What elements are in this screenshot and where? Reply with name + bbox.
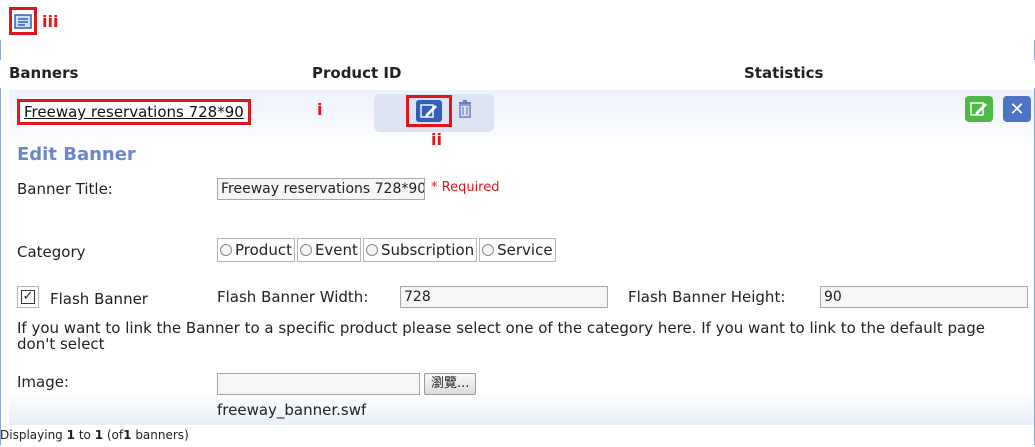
edit-icon (416, 100, 442, 122)
pagination-summary: Displaying 1 to 1 (of1 banners) (0, 428, 189, 442)
category-subscription-label: Subscription (380, 241, 475, 259)
save-button[interactable] (965, 96, 993, 122)
category-option-product[interactable]: Product (217, 238, 295, 262)
delete-icon[interactable] (458, 100, 472, 122)
category-radio-group: Product Event Subscription Service (217, 238, 558, 262)
column-banners: Banners (9, 64, 79, 82)
annotation-iii: iii (42, 12, 59, 31)
edit-banner-heading: Edit Banner (17, 144, 136, 165)
category-service-label: Service (497, 241, 553, 259)
radio-button[interactable] (482, 244, 495, 256)
link-help-text: If you want to link the Banner to a spec… (17, 319, 985, 353)
footer-to-word: to (78, 428, 91, 442)
column-statistics: Statistics (744, 64, 824, 82)
flash-banner-label: Flash Banner (50, 290, 148, 308)
radio-button[interactable] (220, 244, 232, 256)
current-file-name: freeway_banner.swf (217, 401, 367, 419)
close-icon: ✕ (1009, 98, 1025, 120)
radio-button[interactable] (299, 244, 312, 256)
top-toolbar: iii (0, 0, 1035, 40)
image-file-input[interactable] (217, 373, 420, 395)
footer-prefix: Displaying (0, 428, 63, 442)
banner-title-link[interactable]: Freeway reservations 728*90 (17, 99, 251, 125)
banner-title-input[interactable]: Freeway reservations 728*90 (217, 178, 425, 200)
flash-height-label: Flash Banner Height: (628, 288, 786, 306)
edit-button[interactable] (406, 95, 452, 127)
flash-height-input[interactable]: 90 (820, 286, 1028, 308)
footer-of-prefix: (of (106, 428, 124, 442)
table-header: Banners Product ID Statistics (0, 60, 1035, 88)
radio-button[interactable] (365, 244, 378, 256)
checkbox-checked-icon: ✓ (21, 289, 35, 304)
category-label: Category (17, 243, 86, 261)
annotation-ii: ii (431, 130, 442, 149)
column-product-id: Product ID (312, 64, 402, 82)
annotation-i: i (317, 100, 323, 119)
image-label: Image: (17, 373, 70, 391)
banner-list-icon[interactable] (9, 7, 37, 35)
save-edit-icon (970, 102, 987, 116)
flash-width-label: Flash Banner Width: (217, 288, 369, 306)
footer-total: 1 (123, 428, 132, 442)
close-button[interactable]: ✕ (1003, 96, 1031, 122)
category-option-service[interactable]: Service (479, 238, 556, 262)
flash-banner-checkbox[interactable]: ✓ (17, 286, 39, 308)
category-option-event[interactable]: Event (296, 238, 361, 262)
category-event-label: Event (314, 241, 358, 259)
category-product-label: Product (235, 241, 292, 259)
footer-suffix: banners) (135, 428, 189, 442)
footer-to: 1 (94, 428, 104, 442)
banner-title-label: Banner Title: (17, 180, 113, 198)
browse-button[interactable]: 瀏覽... (424, 373, 477, 395)
footer-from: 1 (66, 428, 75, 442)
flash-width-input[interactable]: 728 (400, 286, 608, 308)
category-option-subscription[interactable]: Subscription (362, 238, 478, 262)
required-note: * Required (431, 180, 500, 195)
